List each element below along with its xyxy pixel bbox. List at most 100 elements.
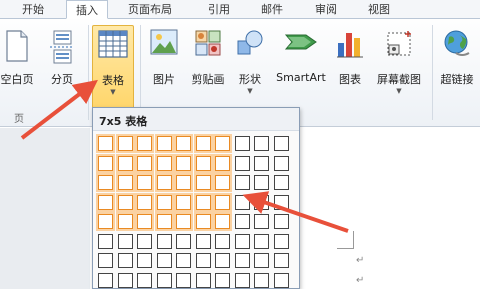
grid-cell-selected[interactable] [157, 136, 172, 151]
grid-cell[interactable] [215, 253, 230, 268]
clipart-button[interactable]: 剪贴画 [186, 25, 230, 109]
grid-cell[interactable] [274, 136, 289, 151]
grid-cell-selected[interactable] [196, 214, 211, 229]
grid-cell-selected[interactable] [98, 175, 113, 190]
grid-cell[interactable] [157, 273, 172, 288]
grid-cell-selected[interactable] [196, 136, 211, 151]
tab-insert[interactable]: 插入 [66, 0, 108, 19]
page-break-button[interactable]: 分页 [42, 25, 82, 109]
grid-cell-selected[interactable] [137, 195, 152, 210]
grid-cell-selected[interactable] [118, 136, 133, 151]
grid-cell[interactable] [254, 156, 269, 171]
grid-cell[interactable] [274, 195, 289, 210]
grid-cell-selected[interactable] [215, 136, 230, 151]
grid-cell[interactable] [274, 273, 289, 288]
smartart-button[interactable]: SmartArt [272, 25, 330, 109]
tab-mailings[interactable]: 邮件 [261, 0, 283, 19]
grid-cell[interactable] [254, 214, 269, 229]
grid-cell-selected[interactable] [157, 214, 172, 229]
grid-cell[interactable] [254, 253, 269, 268]
grid-cell[interactable] [254, 175, 269, 190]
grid-cell-selected[interactable] [176, 214, 191, 229]
grid-cell[interactable] [254, 195, 269, 210]
blank-page-button[interactable]: 空白页 [0, 25, 40, 109]
grid-cell[interactable] [118, 234, 133, 249]
grid-cell[interactable] [196, 253, 211, 268]
grid-cell[interactable] [98, 234, 113, 249]
grid-cell[interactable] [98, 253, 113, 268]
grid-cell-selected[interactable] [196, 175, 211, 190]
grid-cell[interactable] [137, 273, 152, 288]
grid-cell-selected[interactable] [98, 156, 113, 171]
table-size-grid[interactable] [98, 136, 298, 289]
tab-page-layout[interactable]: 页面布局 [128, 0, 172, 19]
chart-button[interactable]: 图表 [332, 25, 368, 109]
shapes-button[interactable]: 形状 ▼ [232, 25, 268, 109]
grid-cell-selected[interactable] [215, 175, 230, 190]
grid-cell-selected[interactable] [118, 214, 133, 229]
grid-cell-selected[interactable] [137, 214, 152, 229]
hyperlink-button[interactable]: 超链接 [435, 25, 479, 109]
picture-button[interactable]: 图片 [146, 25, 182, 109]
grid-cell[interactable] [215, 273, 230, 288]
grid-cell[interactable] [274, 156, 289, 171]
grid-cell[interactable] [215, 234, 230, 249]
grid-cell-selected[interactable] [157, 175, 172, 190]
grid-cell[interactable] [137, 234, 152, 249]
grid-cell-selected[interactable] [118, 195, 133, 210]
page-break-icon [50, 30, 74, 64]
grid-cell-selected[interactable] [98, 195, 113, 210]
grid-cell-selected[interactable] [157, 156, 172, 171]
grid-cell-selected[interactable] [215, 214, 230, 229]
grid-cell-selected[interactable] [137, 136, 152, 151]
grid-cell-selected[interactable] [196, 195, 211, 210]
grid-cell[interactable] [235, 273, 250, 288]
grid-cell[interactable] [235, 214, 250, 229]
tab-review[interactable]: 审阅 [315, 0, 337, 19]
grid-cell[interactable] [196, 234, 211, 249]
tab-home[interactable]: 开始 [22, 0, 44, 19]
grid-cell[interactable] [254, 136, 269, 151]
grid-cell[interactable] [157, 234, 172, 249]
insert-table-dropdown: 7x5 表格 [92, 107, 300, 289]
grid-cell[interactable] [274, 253, 289, 268]
grid-cell[interactable] [274, 214, 289, 229]
grid-cell[interactable] [118, 253, 133, 268]
grid-cell-selected[interactable] [118, 156, 133, 171]
grid-cell[interactable] [254, 234, 269, 249]
screenshot-button[interactable]: 屏幕截图 ▼ [370, 25, 428, 109]
grid-cell-selected[interactable] [176, 175, 191, 190]
grid-cell[interactable] [274, 234, 289, 249]
grid-cell-selected[interactable] [98, 214, 113, 229]
grid-cell[interactable] [176, 273, 191, 288]
grid-cell[interactable] [235, 156, 250, 171]
grid-cell-selected[interactable] [118, 175, 133, 190]
grid-cell[interactable] [118, 273, 133, 288]
grid-cell[interactable] [196, 273, 211, 288]
grid-cell[interactable] [157, 253, 172, 268]
grid-cell[interactable] [235, 195, 250, 210]
grid-cell[interactable] [235, 175, 250, 190]
table-button[interactable]: 表格 ▼ [92, 25, 134, 109]
grid-cell-selected[interactable] [215, 195, 230, 210]
grid-cell[interactable] [98, 273, 113, 288]
grid-cell-selected[interactable] [98, 136, 113, 151]
grid-cell[interactable] [176, 234, 191, 249]
grid-cell[interactable] [137, 253, 152, 268]
grid-cell-selected[interactable] [157, 195, 172, 210]
grid-cell-selected[interactable] [137, 175, 152, 190]
grid-cell[interactable] [235, 253, 250, 268]
grid-cell[interactable] [254, 273, 269, 288]
grid-cell[interactable] [235, 234, 250, 249]
grid-cell-selected[interactable] [215, 156, 230, 171]
grid-cell-selected[interactable] [196, 156, 211, 171]
grid-cell-selected[interactable] [176, 156, 191, 171]
grid-cell[interactable] [176, 253, 191, 268]
grid-cell-selected[interactable] [137, 156, 152, 171]
grid-cell[interactable] [274, 175, 289, 190]
grid-cell-selected[interactable] [176, 136, 191, 151]
grid-cell-selected[interactable] [176, 195, 191, 210]
tab-view[interactable]: 视图 [368, 0, 390, 19]
tab-references[interactable]: 引用 [208, 0, 230, 19]
grid-cell[interactable] [235, 136, 250, 151]
